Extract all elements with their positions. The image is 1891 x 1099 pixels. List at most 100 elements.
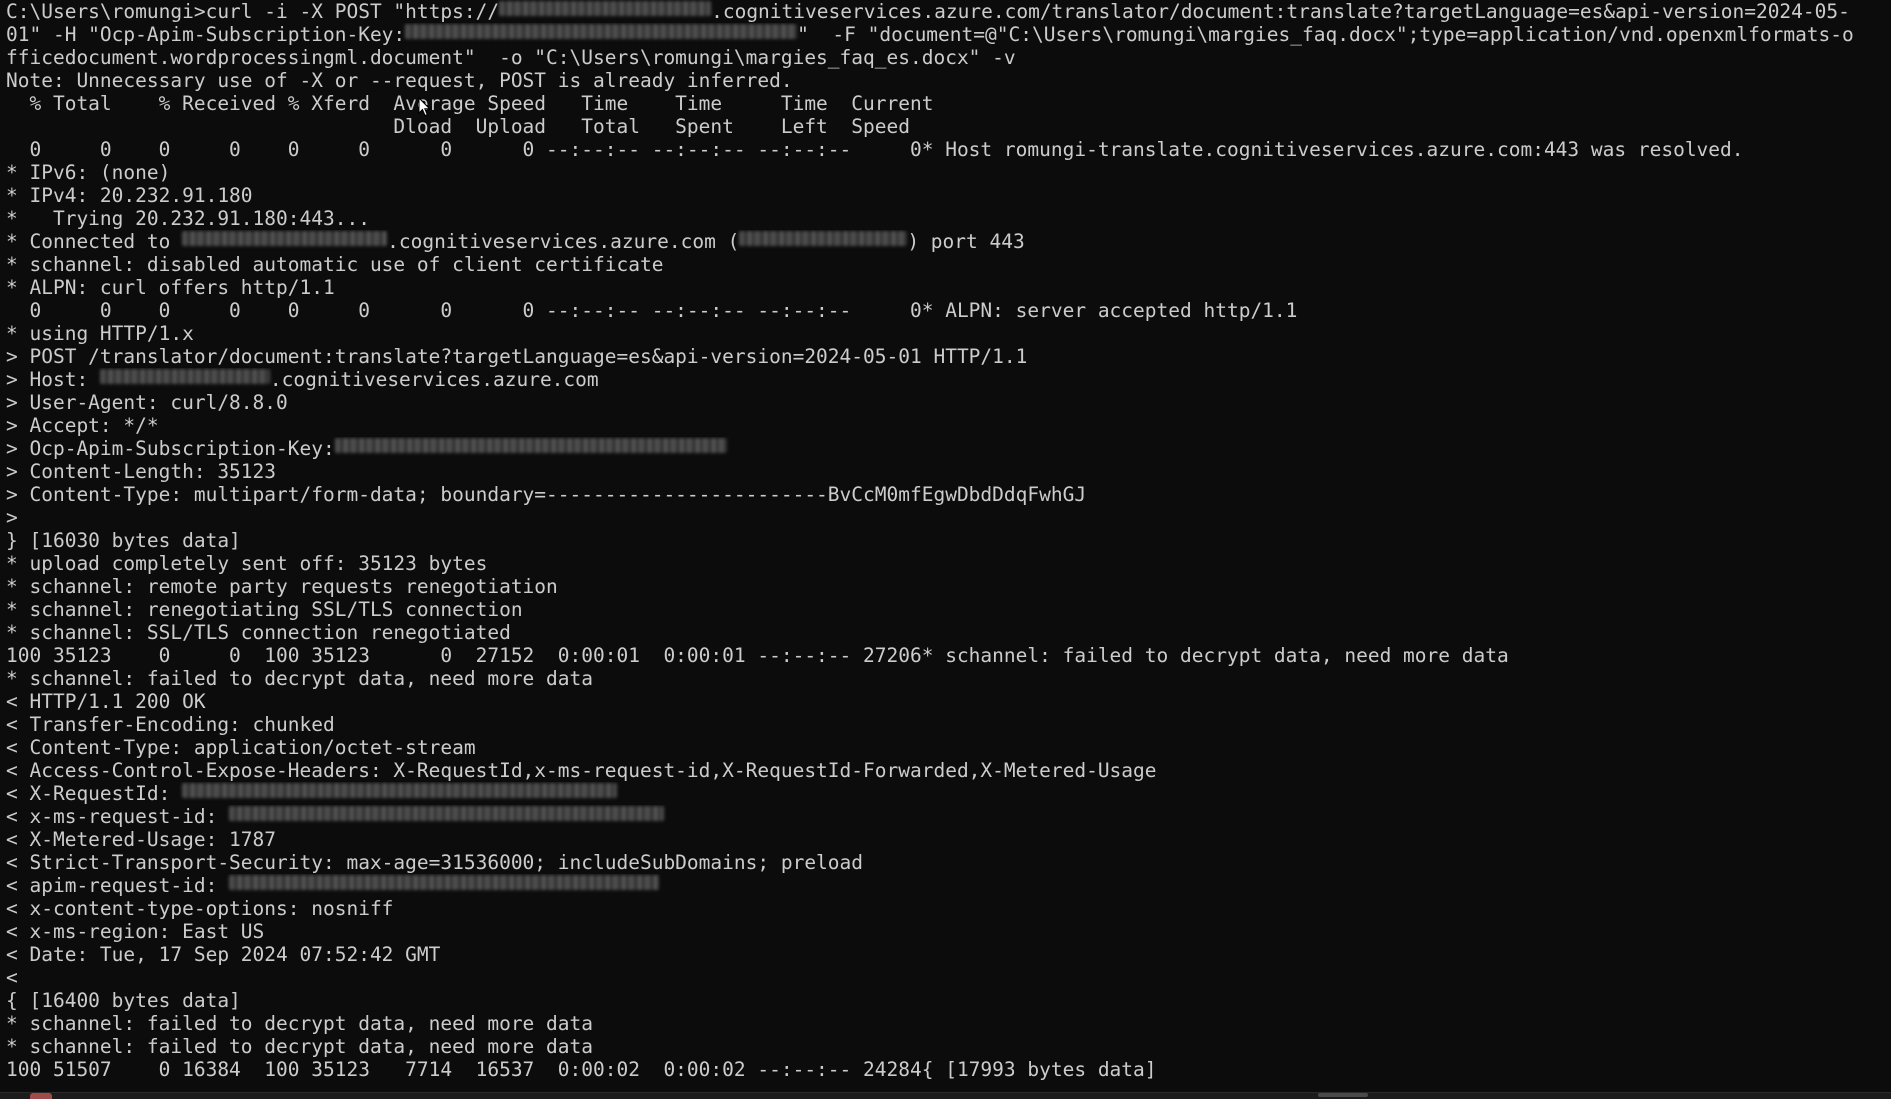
terminal-text: * schannel: SSL/TLS connection renegotia… <box>6 621 511 644</box>
terminal-line: < x-ms-request-id: request-id <box>6 805 1891 828</box>
terminal-line: * Trying 20.232.91.180:443... <box>6 207 1891 230</box>
redacted-text: romungi-translate <box>499 1 712 16</box>
terminal-text: < Content-Type: application/octet-stream <box>6 736 476 759</box>
terminal-text: % Total % Received % Xferd Average Speed… <box>6 92 934 115</box>
terminal-text: 100 35123 0 0 100 35123 0 27152 0:00:01 … <box>6 644 1509 667</box>
terminal-text: > Ocp-Apim-Subscription-Key: <box>6 437 335 460</box>
terminal-text: < apim-request-id: <box>6 874 230 897</box>
terminal-line: > <box>6 506 1891 529</box>
terminal-text: * IPv6: (none) <box>6 161 171 184</box>
terminal-text: * using HTTP/1.x <box>6 322 194 345</box>
terminal-line: < <box>6 966 1891 989</box>
redacted-text: romungi-translate <box>99 369 270 384</box>
terminal-line: 0 0 0 0 0 0 0 0 --:--:-- --:--:-- --:--:… <box>6 299 1891 322</box>
terminal-line: < Content-Type: application/octet-stream <box>6 736 1891 759</box>
terminal-line: * schannel: failed to decrypt data, need… <box>6 1035 1891 1058</box>
terminal-text: 0 0 0 0 0 0 0 0 --:--:-- --:--:-- --:--:… <box>6 138 1744 161</box>
terminal-text: < x-ms-request-id: <box>6 805 230 828</box>
terminal-line: 100 51507 0 16384 100 35123 7714 16537 0… <box>6 1058 1891 1081</box>
terminal-text: * Connected to <box>6 230 183 253</box>
redacted-text: request-id <box>229 875 660 890</box>
taskbar-indicator <box>1318 1093 1368 1097</box>
terminal-line: Note: Unnecessary use of -X or --request… <box>6 69 1891 92</box>
terminal-text: < x-content-type-options: nosniff <box>6 897 394 920</box>
terminal-text: < Access-Control-Expose-Headers: X-Reque… <box>6 759 1157 782</box>
terminal-line: % Total % Received % Xferd Average Speed… <box>6 92 1891 115</box>
terminal-line: * schannel: SSL/TLS connection renegotia… <box>6 621 1891 644</box>
terminal-line: * Connected to romungi-translate.cogniti… <box>6 230 1891 253</box>
taskbar <box>0 1092 1891 1099</box>
terminal-line: * schannel: renegotiating SSL/TLS connec… <box>6 598 1891 621</box>
terminal-line: < HTTP/1.1 200 OK <box>6 690 1891 713</box>
terminal-text: .cognitiveservices.azure.com ( <box>387 230 740 253</box>
terminal-text: .cognitiveservices.azure.com/translator/… <box>711 0 1850 23</box>
terminal-text: < X-RequestId: <box>6 782 183 805</box>
terminal-line: < Access-Control-Expose-Headers: X-Reque… <box>6 759 1891 782</box>
terminal-text: > User-Agent: curl/8.8.0 <box>6 391 288 414</box>
terminal-text: * schannel: failed to decrypt data, need… <box>6 1012 593 1035</box>
terminal-line: Dload Upload Total Spent Left Speed <box>6 115 1891 138</box>
terminal-line: 0 0 0 0 0 0 0 0 --:--:-- --:--:-- --:--:… <box>6 138 1891 161</box>
terminal-text: > Host: <box>6 368 100 391</box>
terminal-text: < x-ms-region: East US <box>6 920 265 943</box>
terminal-line: < X-Metered-Usage: 1787 <box>6 828 1891 851</box>
taskbar-app-icon[interactable] <box>30 1093 52 1099</box>
terminal-window[interactable]: C:\Users\romungi>curl -i -X POST "https:… <box>0 0 1891 1099</box>
terminal-line: > Ocp-Apim-Subscription-Key:subscription… <box>6 437 1891 460</box>
terminal-line: * IPv6: (none) <box>6 161 1891 184</box>
terminal-text: * schannel: failed to decrypt data, need… <box>6 1035 593 1058</box>
terminal-line: < x-ms-region: East US <box>6 920 1891 943</box>
terminal-line: * schannel: failed to decrypt data, need… <box>6 1012 1891 1035</box>
terminal-text: * schannel: failed to decrypt data, need… <box>6 667 593 690</box>
terminal-text: > POST /translator/document:translate?ta… <box>6 345 1028 368</box>
terminal-line: < apim-request-id: request-id <box>6 874 1891 897</box>
redacted-text: 20.232.91.180 <box>739 231 908 246</box>
terminal-text: < Transfer-Encoding: chunked <box>6 713 335 736</box>
terminal-line: * upload completely sent off: 35123 byte… <box>6 552 1891 575</box>
terminal-line: < x-content-type-options: nosniff <box>6 897 1891 920</box>
terminal-line: > User-Agent: curl/8.8.0 <box>6 391 1891 414</box>
terminal-text: < Strict-Transport-Security: max-age=315… <box>6 851 864 874</box>
terminal-output: C:\Users\romungi>curl -i -X POST "https:… <box>6 0 1891 1081</box>
terminal-text: > Accept: */* <box>6 414 159 437</box>
terminal-text: < HTTP/1.1 200 OK <box>6 690 206 713</box>
terminal-line: { [16400 bytes data] <box>6 989 1891 1012</box>
terminal-line: > Content-Type: multipart/form-data; bou… <box>6 483 1891 506</box>
terminal-text: > Content-Type: multipart/form-data; bou… <box>6 483 1087 506</box>
redacted-text: request-id <box>229 806 665 821</box>
terminal-text: 0 0 0 0 0 0 0 0 --:--:-- --:--:-- --:--:… <box>6 299 1298 322</box>
terminal-line: 100 35123 0 0 100 35123 0 27152 0:00:01 … <box>6 644 1891 667</box>
terminal-line: < Date: Tue, 17 Sep 2024 07:52:42 GMT <box>6 943 1891 966</box>
terminal-text: 01" -H "Ocp-Apim-Subscription-Key: <box>6 23 406 46</box>
terminal-line: < X-RequestId: request-id <box>6 782 1891 805</box>
terminal-text: fficedocument.wordprocessingml.document"… <box>6 46 1016 69</box>
terminal-line: * schannel: disabled automatic use of cl… <box>6 253 1891 276</box>
terminal-text: * schannel: disabled automatic use of cl… <box>6 253 664 276</box>
terminal-text: Note: Unnecessary use of -X or --request… <box>6 69 793 92</box>
terminal-line: * IPv4: 20.232.91.180 <box>6 184 1891 207</box>
terminal-line: > POST /translator/document:translate?ta… <box>6 345 1891 368</box>
terminal-text: < X-Metered-Usage: 1787 <box>6 828 277 851</box>
terminal-text: * IPv4: 20.232.91.180 <box>6 184 253 207</box>
terminal-line: < Transfer-Encoding: chunked <box>6 713 1891 736</box>
terminal-line: * ALPN: curl offers http/1.1 <box>6 276 1891 299</box>
terminal-text: * Trying 20.232.91.180:443... <box>6 207 370 230</box>
terminal-text: Dload Upload Total Spent Left Speed <box>6 115 910 138</box>
terminal-text: C:\Users\romungi>curl -i -X POST "https:… <box>6 0 500 23</box>
terminal-text: * ALPN: curl offers http/1.1 <box>6 276 335 299</box>
terminal-text: 100 51507 0 16384 100 35123 7714 16537 0… <box>6 1058 1157 1081</box>
redacted-text: romungi-translate <box>182 231 388 246</box>
terminal-line: } [16030 bytes data] <box>6 529 1891 552</box>
terminal-text: .cognitiveservices.azure.com <box>269 368 599 391</box>
terminal-text: " -F "document=@"C:\Users\romungi\margie… <box>797 23 1854 46</box>
terminal-line: > Accept: */* <box>6 414 1891 437</box>
terminal-text: < <box>6 966 18 989</box>
terminal-line: C:\Users\romungi>curl -i -X POST "https:… <box>6 0 1891 23</box>
terminal-text: * upload completely sent off: 35123 byte… <box>6 552 488 575</box>
redacted-text: request-id <box>182 783 618 798</box>
terminal-line: > Host: romungi-translate.cognitiveservi… <box>6 368 1891 391</box>
terminal-text: } [16030 bytes data] <box>6 529 241 552</box>
terminal-line: * schannel: failed to decrypt data, need… <box>6 667 1891 690</box>
terminal-text: * schannel: renegotiating SSL/TLS connec… <box>6 598 523 621</box>
terminal-line: * using HTTP/1.x <box>6 322 1891 345</box>
